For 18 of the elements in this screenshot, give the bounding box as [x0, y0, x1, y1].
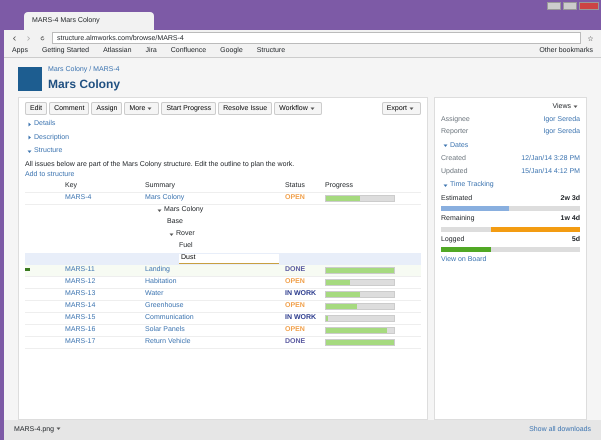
- caret-icon[interactable]: [56, 426, 62, 432]
- expanded-caret-icon[interactable]: [157, 208, 162, 213]
- expanded-caret-icon[interactable]: [443, 182, 448, 188]
- caret-icon[interactable]: [310, 106, 315, 111]
- project-logo: [18, 67, 42, 91]
- expanded-caret-icon[interactable]: [27, 148, 32, 154]
- star-icon[interactable]: [588, 36, 593, 40]
- caret-icon[interactable]: [409, 106, 414, 111]
- flag-icon: [25, 268, 30, 271]
- reload-icon[interactable]: [40, 36, 45, 40]
- expanded-caret-icon[interactable]: [169, 232, 174, 237]
- caret-icon[interactable]: [573, 104, 578, 109]
- collapsed-caret-icon[interactable]: [27, 135, 32, 140]
- caret-icon[interactable]: [147, 106, 152, 111]
- back-icon[interactable]: [12, 36, 17, 40]
- issue-title: Mars Colony: [48, 76, 120, 94]
- expanded-caret-icon[interactable]: [443, 143, 448, 148]
- collapsed-caret-icon[interactable]: [27, 122, 32, 127]
